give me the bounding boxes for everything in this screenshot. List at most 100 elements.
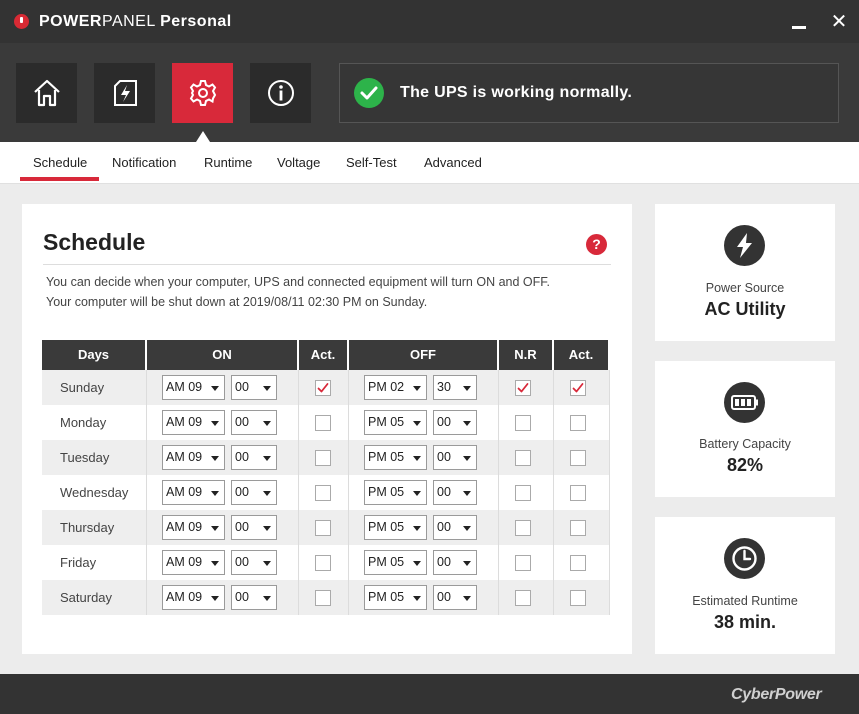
nr-checkbox[interactable] (515, 450, 531, 466)
off-minute-select[interactable]: 00 (433, 585, 477, 610)
on-act-checkbox[interactable] (315, 415, 331, 431)
on-minute-select[interactable]: 00 (231, 550, 277, 575)
off-act-checkbox[interactable] (570, 485, 586, 501)
battery-capacity-label: Battery Capacity (699, 437, 791, 451)
on-minute-select[interactable]: 00 (231, 480, 277, 505)
off-act-checkbox[interactable] (570, 555, 586, 571)
clock-icon (724, 538, 765, 579)
column-divider (146, 370, 147, 615)
on-hour-select[interactable]: AM 09 (162, 585, 225, 610)
nr-checkbox[interactable] (515, 590, 531, 606)
close-button[interactable]: ✕ (829, 12, 849, 32)
table-row: Tuesday AM 09 00 PM 05 00 (42, 440, 610, 475)
chevron-down-icon (211, 526, 219, 531)
tab-notification[interactable]: Notification (112, 155, 176, 170)
chevron-down-icon (211, 561, 219, 566)
on-hour-value: AM 09 (166, 450, 203, 464)
on-hour-value: AM 09 (166, 520, 203, 534)
minimize-button[interactable] (791, 14, 807, 30)
on-act-checkbox[interactable] (315, 590, 331, 606)
active-tab-indicator (20, 177, 99, 181)
day-label: Sunday (60, 380, 105, 395)
table-row: Wednesday AM 09 00 PM 05 00 (42, 475, 610, 510)
chevron-down-icon (211, 456, 219, 461)
off-hour-select[interactable]: PM 02 (364, 375, 427, 400)
day-label: Monday (60, 415, 107, 430)
help-icon[interactable]: ? (586, 234, 607, 255)
on-minute-select[interactable]: 00 (231, 375, 277, 400)
nr-checkbox[interactable] (515, 485, 531, 501)
on-hour-select[interactable]: AM 09 (162, 550, 225, 575)
nav-power-button[interactable] (94, 63, 155, 123)
on-hour-value: AM 09 (166, 415, 203, 429)
off-hour-select[interactable]: PM 05 (364, 550, 427, 575)
column-header-off-act: Act. (554, 340, 610, 370)
tab-runtime[interactable]: Runtime (204, 155, 252, 170)
nav-home-button[interactable] (16, 63, 77, 123)
off-hour-select[interactable]: PM 05 (364, 515, 427, 540)
table-header: Days ON Act. OFF N.R Act. (42, 340, 610, 370)
off-minute-select[interactable]: 00 (433, 515, 477, 540)
off-minute-select[interactable]: 00 (433, 480, 477, 505)
on-hour-select[interactable]: AM 09 (162, 375, 225, 400)
chevron-down-icon (263, 421, 271, 426)
on-act-checkbox[interactable] (315, 520, 331, 536)
table-row: Saturday AM 09 00 PM 05 00 (42, 580, 610, 615)
on-minute-value: 00 (235, 450, 249, 464)
chevron-down-icon (463, 421, 471, 426)
app-title: POWERPANEL Personal (39, 13, 232, 30)
off-hour-select[interactable]: PM 05 (364, 585, 427, 610)
off-hour-select[interactable]: PM 05 (364, 480, 427, 505)
off-hour-select[interactable]: PM 05 (364, 410, 427, 435)
tab-voltage[interactable]: Voltage (277, 155, 320, 170)
chevron-down-icon (263, 456, 271, 461)
off-minute-select[interactable]: 00 (433, 550, 477, 575)
nav-settings-button[interactable] (172, 63, 233, 123)
on-minute-select[interactable]: 00 (231, 445, 277, 470)
power-document-icon (113, 80, 137, 106)
on-act-checkbox[interactable] (315, 380, 331, 396)
on-act-checkbox[interactable] (315, 555, 331, 571)
day-label: Friday (60, 555, 97, 570)
on-act-checkbox[interactable] (315, 450, 331, 466)
on-hour-select[interactable]: AM 09 (162, 410, 225, 435)
battery-capacity-card: Battery Capacity 82% (655, 361, 835, 497)
title-bar: POWERPANEL Personal ✕ (0, 0, 859, 43)
divider (43, 264, 611, 265)
tab-self-test[interactable]: Self-Test (346, 155, 397, 170)
tab-advanced[interactable]: Advanced (424, 155, 482, 170)
nr-checkbox[interactable] (515, 555, 531, 571)
column-header-days: Days (42, 340, 147, 370)
on-minute-select[interactable]: 00 (231, 515, 277, 540)
chevron-down-icon (263, 386, 271, 391)
off-minute-select[interactable]: 00 (433, 410, 477, 435)
off-hour-select[interactable]: PM 05 (364, 445, 427, 470)
off-act-checkbox[interactable] (570, 450, 586, 466)
on-act-checkbox[interactable] (315, 485, 331, 501)
nr-checkbox[interactable] (515, 415, 531, 431)
day-label: Thursday (60, 520, 115, 535)
off-act-checkbox[interactable] (570, 590, 586, 606)
on-hour-select[interactable]: AM 09 (162, 445, 225, 470)
page-title: Schedule (43, 229, 146, 255)
table-row: Sunday AM 09 00 PM 02 30 (42, 370, 610, 405)
off-act-checkbox[interactable] (570, 380, 586, 396)
on-minute-select[interactable]: 00 (231, 410, 277, 435)
off-hour-value: PM 05 (368, 485, 405, 499)
on-hour-select[interactable]: AM 09 (162, 515, 225, 540)
tab-bar: Schedule Notification Runtime Voltage Se… (0, 142, 859, 184)
column-header-on-act: Act. (299, 340, 349, 370)
nav-info-button[interactable] (250, 63, 311, 123)
nr-checkbox[interactable] (515, 520, 531, 536)
chevron-down-icon (211, 421, 219, 426)
off-minute-select[interactable]: 30 (433, 375, 477, 400)
tab-schedule[interactable]: Schedule (33, 155, 87, 170)
on-hour-value: AM 09 (166, 555, 203, 569)
off-act-checkbox[interactable] (570, 415, 586, 431)
off-act-checkbox[interactable] (570, 520, 586, 536)
chevron-down-icon (211, 491, 219, 496)
off-minute-select[interactable]: 00 (433, 445, 477, 470)
nr-checkbox[interactable] (515, 380, 531, 396)
on-hour-select[interactable]: AM 09 (162, 480, 225, 505)
on-minute-select[interactable]: 00 (231, 585, 277, 610)
